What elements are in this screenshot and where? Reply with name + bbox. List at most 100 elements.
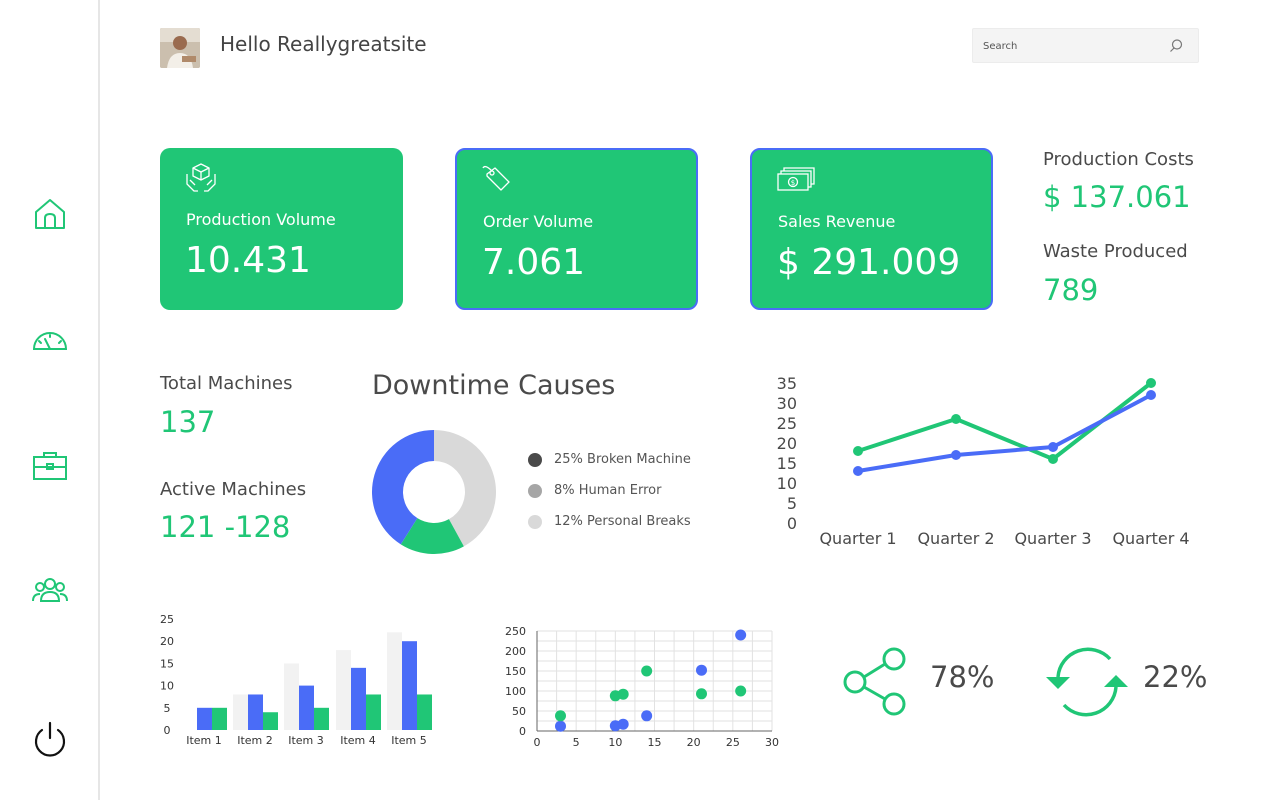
search-box[interactable] [972,28,1199,63]
bar [248,694,263,730]
legend-label: 12% Personal Breaks [554,514,691,529]
search-input[interactable] [983,37,1163,55]
x-tick-label: Item 3 [288,734,324,747]
data-point [951,414,961,424]
bar [336,650,351,730]
production-costs-label: Production Costs [1043,149,1194,170]
bar [366,694,381,730]
series-line [857,393,1152,473]
y-tick-label: 10 [777,474,797,493]
x-tick-label: 15 [648,736,662,749]
total-machines-label: Total Machines [160,373,293,394]
x-tick-label: Quarter 4 [1112,529,1189,548]
legend-dot [528,484,542,498]
card-value: 10.431 [185,240,311,281]
bar [263,712,278,730]
scatter-point [617,688,629,700]
y-tick-label: 50 [512,705,526,718]
tag-icon [481,162,515,196]
bar [197,707,212,730]
y-tick-label: 0 [164,724,171,737]
data-point [1146,378,1156,388]
x-tick-label: Quarter 3 [1014,529,1091,548]
y-tick-label: 5 [787,494,797,513]
legend-dot [528,515,542,529]
quarterly-line-chart: 35302520151050 Quarter 1 Quarter 2 Quarter … [777,374,1190,548]
waste-produced-label: Waste Produced [1043,241,1188,262]
bar [284,663,299,730]
refresh-icon [1044,647,1130,717]
card-value: $ 291.009 [777,242,961,283]
bar [387,632,402,730]
series-line [857,381,1153,461]
y-tick-label: 15 [160,657,174,670]
x-tick-label: 5 [573,736,580,749]
downtime-donut-chart [372,430,496,554]
briefcase-icon[interactable] [30,446,70,486]
sidebar [0,0,100,800]
y-tick-label: 20 [777,434,797,453]
scatter-point [735,629,747,641]
search-icon[interactable] [1168,38,1184,54]
scatter-point [641,710,653,722]
avatar[interactable] [160,28,200,68]
y-tick-label: 0 [787,514,797,533]
production-costs-value: $ 137.061 [1043,180,1191,214]
total-machines-value: 137 [160,405,216,439]
card-label: Production Volume [186,210,336,229]
data-point [1048,454,1058,464]
y-tick-label: 15 [777,454,797,473]
x-tick-label: 0 [534,736,541,749]
card-value: 7.061 [482,242,586,283]
users-icon[interactable] [30,570,70,610]
y-tick-label: 25 [160,613,174,626]
y-tick-label: 150 [505,665,526,678]
money-icon: $ [776,162,818,196]
bar [212,707,227,730]
svg-text:$: $ [791,179,795,187]
order-volume-card[interactable]: Order Volume 7.061 [455,148,698,310]
legend-label: 25% Broken Machine [554,452,691,467]
scatter-point [696,664,707,676]
scatter-point [696,688,707,700]
refresh-percentage: 22% [1143,660,1208,694]
bar [314,707,329,730]
active-machines-label: Active Machines [160,479,307,500]
x-tick-label: Quarter 2 [917,529,994,548]
power-icon[interactable] [30,720,70,760]
data-point [853,466,863,476]
y-tick-label: 35 [777,374,797,393]
y-tick-label: 100 [505,685,526,698]
y-tick-label: 250 [505,625,526,638]
scatter-point [555,710,566,722]
y-tick-label: 10 [160,680,174,693]
scatter-point [617,718,629,730]
data-point [1048,442,1058,452]
x-tick-label: Item 4 [340,734,376,747]
x-tick-label: Item 2 [237,734,273,747]
sales-revenue-card[interactable]: $ Sales Revenue $ 291.009 [750,148,993,310]
downtime-title: Downtime Causes [372,370,616,401]
scatter-point [735,685,747,697]
bar [351,667,366,730]
greeting: Hello Reallygreatsite [220,32,427,56]
card-label: Order Volume [483,212,594,231]
production-volume-card[interactable]: Production Volume 10.431 [160,148,403,310]
card-label: Sales Revenue [778,212,896,231]
scatter-point [641,665,653,677]
bar [402,641,417,730]
y-tick-label: 30 [777,394,797,413]
home-icon[interactable] [30,194,70,234]
speedometer-icon[interactable] [30,320,70,360]
waste-produced-value: 789 [1043,273,1099,307]
x-tick-label: 20 [687,736,701,749]
x-tick-label: 25 [726,736,740,749]
box-hands-icon [184,160,218,194]
scatter-point [555,720,566,732]
share-percentage: 78% [930,660,995,694]
y-tick-label: 0 [519,725,526,738]
y-tick-label: 200 [505,645,526,658]
y-tick-label: 20 [160,635,174,648]
active-machines-value: 121 -128 [160,510,291,544]
x-tick-label: Item 5 [391,734,427,747]
